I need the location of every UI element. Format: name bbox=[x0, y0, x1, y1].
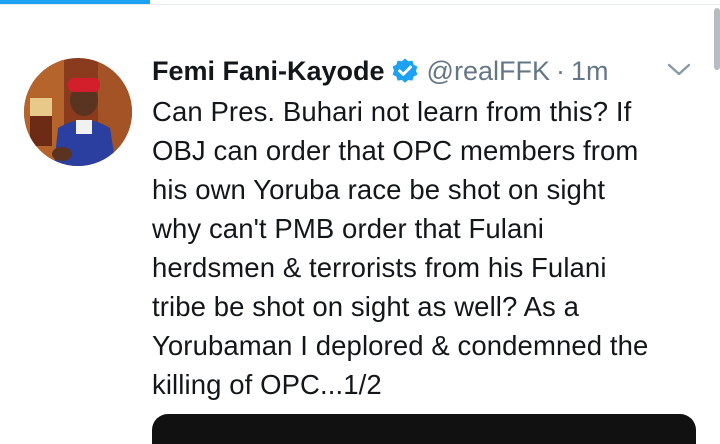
display-name[interactable]: Femi Fani-Kayode bbox=[152, 56, 385, 87]
separator-dot: · bbox=[555, 55, 565, 86]
top-tab-bar bbox=[0, 0, 720, 5]
tweet-media-preview[interactable] bbox=[152, 414, 696, 444]
scrollbar[interactable] bbox=[714, 8, 720, 70]
avatar[interactable] bbox=[24, 58, 132, 166]
tweet-body-text: Can Pres. Buhari not learn from this? If… bbox=[152, 96, 649, 400]
verified-badge-icon bbox=[391, 57, 419, 85]
tweet-header: Femi Fani-Kayode @realFFK · 1m bbox=[152, 53, 609, 89]
user-handle[interactable]: @realFFK bbox=[427, 56, 550, 87]
divider bbox=[0, 4, 720, 5]
chevron-down-icon[interactable] bbox=[664, 58, 694, 80]
timestamp[interactable]: 1m bbox=[571, 56, 609, 87]
profile-photo-icon bbox=[24, 58, 132, 166]
